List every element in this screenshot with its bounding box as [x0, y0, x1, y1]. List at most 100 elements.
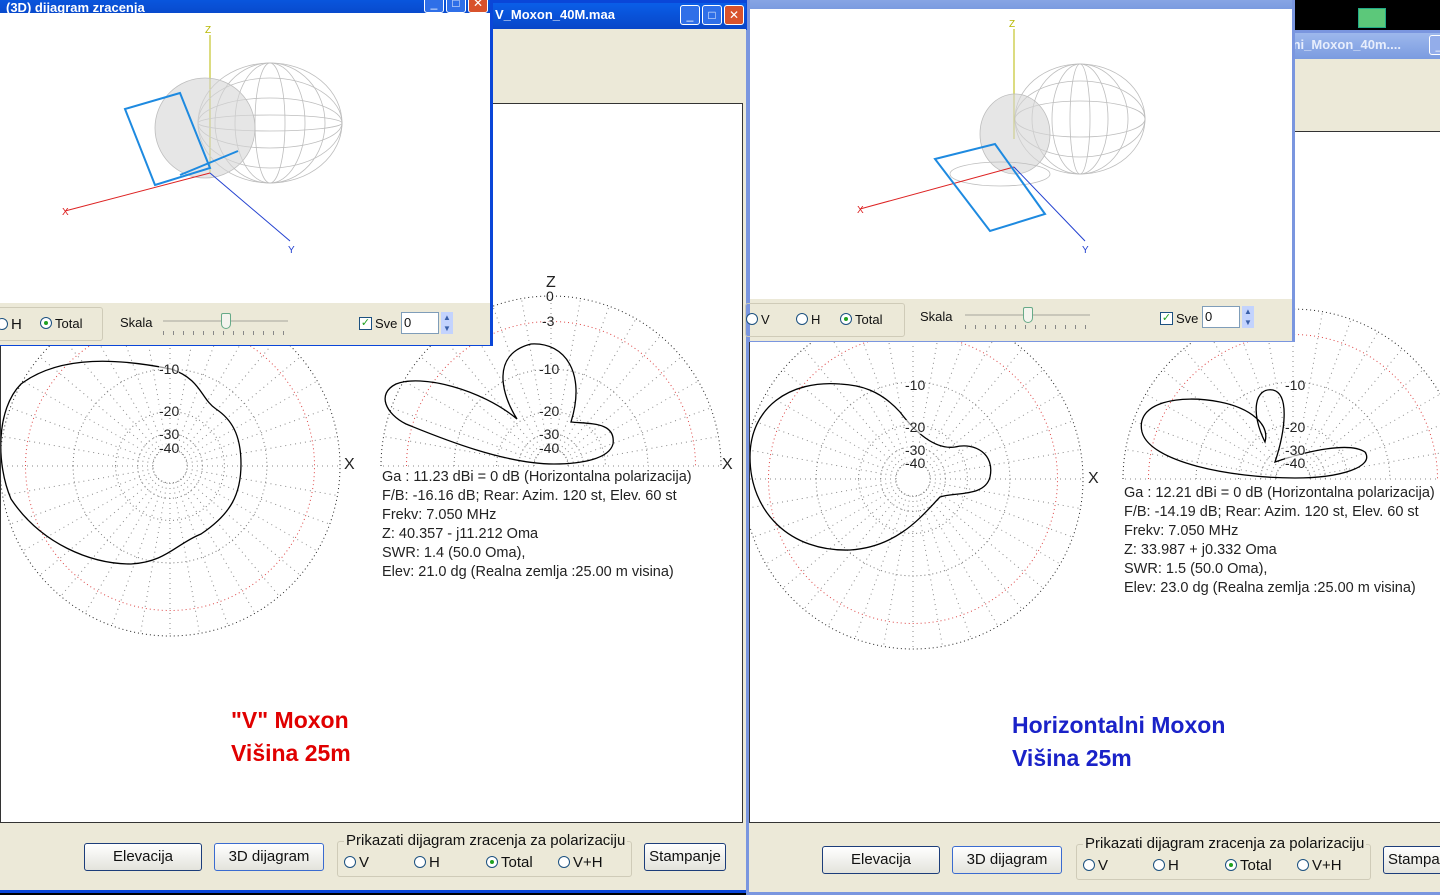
- radio-vh[interactable]: V+H: [558, 854, 603, 871]
- maximize-button[interactable]: □: [702, 5, 722, 25]
- freq-line: Frekv: 7.050 MHz: [382, 507, 497, 523]
- radio-total[interactable]: Total: [840, 312, 882, 327]
- grid-spoke: [566, 407, 711, 461]
- grid-spoke: [420, 356, 539, 456]
- azimuth-grid: [1, 295, 341, 637]
- grid-ring: [750, 308, 1084, 650]
- grid-spoke: [2, 435, 154, 464]
- polarization-group: Prikazati dijagram zracenja za polarizac…: [337, 832, 632, 877]
- 3d-pattern-wireframe: X Y Z: [857, 19, 1146, 256]
- all-label: Sve: [1176, 311, 1199, 326]
- az-ring-label: -40: [905, 455, 926, 471]
- slider-thumb[interactable]: [221, 313, 231, 329]
- grid-spoke: [925, 489, 1044, 589]
- grid-spoke: [186, 435, 338, 464]
- az-ring-label: -30: [159, 426, 180, 442]
- slider-thumb[interactable]: [1023, 307, 1033, 323]
- 3d-view[interactable]: X Y Z: [0, 13, 490, 303]
- grid-spoke: [928, 484, 1073, 538]
- value-spinner[interactable]: 0: [401, 312, 439, 334]
- radio-h[interactable]: H: [0, 316, 22, 333]
- spinner-arrows[interactable]: ▲ ▼: [1242, 306, 1254, 328]
- grid-spoke: [929, 448, 1081, 477]
- grid-spoke: [827, 493, 905, 627]
- el-ring-label: -3: [542, 313, 555, 329]
- grid-spoke: [921, 493, 999, 627]
- grid-spoke: [139, 482, 168, 634]
- elevation-button[interactable]: Elevacija: [84, 843, 202, 871]
- grid-spoke: [184, 380, 318, 458]
- 3d-diagram-button[interactable]: 3D dijagram: [952, 846, 1062, 874]
- spinner-arrows[interactable]: ▲ ▼: [441, 312, 453, 334]
- grid-spoke: [111, 481, 165, 626]
- grid-spoke: [1309, 452, 1440, 477]
- radio-h[interactable]: H: [1153, 857, 1179, 874]
- maximize-button[interactable]: □: [446, 0, 466, 13]
- print-button[interactable]: Stampanje: [644, 843, 726, 871]
- axis-x-label: X: [722, 456, 733, 473]
- grid-spoke: [10, 407, 155, 461]
- radio-total[interactable]: Total: [486, 854, 533, 871]
- grid-spoke: [827, 331, 905, 465]
- elevation-button[interactable]: Elevacija: [822, 846, 940, 874]
- axis-y-label: Y: [1082, 245, 1089, 256]
- print-button[interactable]: Stampa: [1383, 846, 1440, 874]
- el-ring-label: -10: [1285, 377, 1306, 393]
- right-3d-titlebar[interactable]: [750, 0, 1292, 9]
- grid-spoke: [172, 482, 201, 634]
- close-button[interactable]: ✕: [468, 0, 488, 13]
- grid-spoke: [1298, 319, 1352, 464]
- grid-spoke: [1308, 424, 1440, 474]
- scale-slider[interactable]: [965, 307, 1090, 329]
- minimize-button[interactable]: _: [680, 5, 700, 25]
- grid-spoke: [1183, 348, 1283, 467]
- az-ring-label: -20: [159, 403, 180, 419]
- grid-spoke: [750, 481, 897, 509]
- el-ring-label: -40: [539, 440, 560, 456]
- grid-spoke: [854, 494, 908, 639]
- close-button[interactable]: ✕: [724, 5, 744, 25]
- value-spinner[interactable]: 0: [1202, 306, 1240, 328]
- minimize-button[interactable]: _: [424, 0, 444, 13]
- antenna-info: Ga : 11.23 dBi = 0 dB (Horizontalna pola…: [382, 468, 692, 582]
- caption-line: Višina 25m: [1012, 745, 1132, 771]
- grid-spoke: [1305, 369, 1424, 469]
- radio-v[interactable]: V: [344, 854, 369, 871]
- axis-z-label: Z: [1009, 19, 1015, 30]
- azimuth-pattern: [750, 382, 992, 551]
- antenna-info: Ga : 12.21 dBi = 0 dB (Horizontalna pola…: [1124, 484, 1435, 598]
- radio-label: V+H: [1312, 857, 1342, 874]
- 3d-diagram-button[interactable]: 3D dijagram: [214, 843, 324, 871]
- az-ring-label: -20: [905, 419, 926, 435]
- grid-spoke: [753, 484, 898, 538]
- axis-y-label: Y: [288, 245, 295, 256]
- 3d-controls: H Total Skala ✓ Sve 0 ▲ ▼: [0, 303, 490, 345]
- grid-spoke: [60, 478, 160, 597]
- grid-ring: [858, 424, 968, 534]
- radio-v[interactable]: V: [746, 312, 770, 327]
- scale-slider[interactable]: [163, 313, 288, 335]
- radio-total[interactable]: Total: [1225, 857, 1272, 874]
- scale-label: Skala: [120, 315, 153, 330]
- tray-app-icon[interactable]: [1358, 8, 1386, 28]
- 3d-view[interactable]: X Y Z: [750, 9, 1292, 299]
- polarization-group: V H Total: [745, 303, 905, 337]
- grid-spoke: [765, 487, 899, 565]
- grid-spoke: [184, 474, 318, 552]
- radio-vh[interactable]: V+H: [1297, 857, 1342, 874]
- grid-spoke: [22, 380, 156, 458]
- radio-h[interactable]: H: [796, 312, 820, 327]
- radio-label: Total: [55, 316, 83, 331]
- grid-spoke: [10, 471, 155, 525]
- all-checkbox[interactable]: ✓: [1160, 312, 1173, 325]
- impedance-line: Z: 33.987 + j0.332 Oma: [1124, 542, 1277, 558]
- minimize-button[interactable]: _: [1429, 35, 1440, 55]
- radio-v[interactable]: V: [1083, 857, 1108, 874]
- radio-total[interactable]: Total: [40, 316, 82, 331]
- el-ring-label: -20: [539, 403, 560, 419]
- grid-spoke: [803, 348, 903, 467]
- swr-line: SWR: 1.4 (50.0 Oma),: [382, 545, 526, 561]
- swr-line: SWR: 1.5 (50.0 Oma),: [1124, 561, 1268, 577]
- radio-h[interactable]: H: [414, 854, 440, 871]
- all-checkbox[interactable]: ✓: [359, 317, 372, 330]
